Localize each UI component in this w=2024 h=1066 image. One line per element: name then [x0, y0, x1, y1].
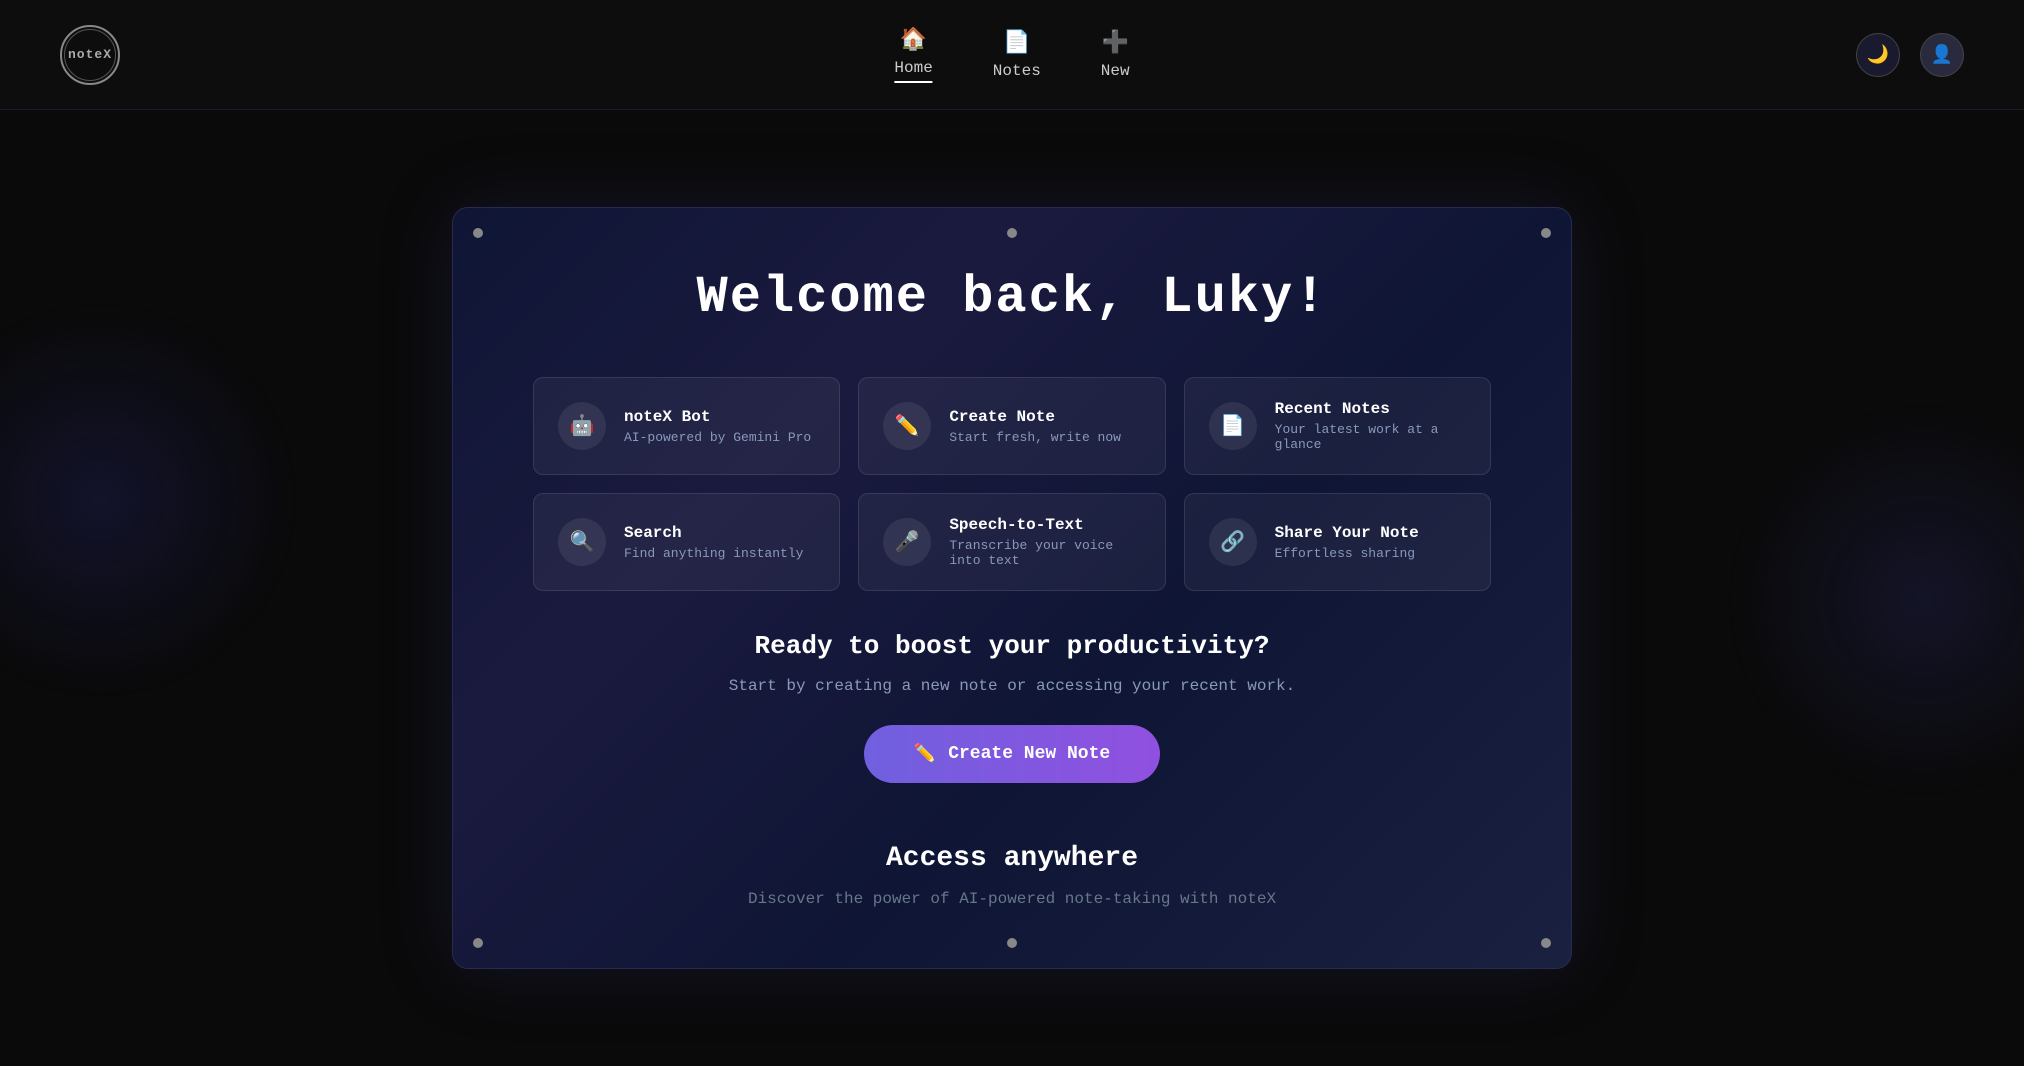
- corner-dot-tm: [1007, 228, 1017, 238]
- notes-icon: 📄: [1003, 30, 1030, 56]
- nav-new[interactable]: ➕ New: [1101, 30, 1130, 80]
- cta-title: Ready to boost your productivity?: [533, 631, 1491, 661]
- feature-recent-notes[interactable]: 📄 Recent Notes Your latest work at a gla…: [1184, 377, 1491, 475]
- feature-create-note[interactable]: ✏️ Create Note Start fresh, write now: [858, 377, 1165, 475]
- main-content: Welcome back, Luky! 🤖 noteX Bot AI-power…: [0, 110, 2024, 1066]
- notex-bot-desc: AI-powered by Gemini Pro: [624, 430, 811, 445]
- feature-notex-bot[interactable]: 🤖 noteX Bot AI-powered by Gemini Pro: [533, 377, 840, 475]
- nav-right: 🌙 👤: [1856, 33, 1964, 77]
- new-icon: ➕: [1102, 30, 1129, 56]
- share-note-desc: Effortless sharing: [1275, 546, 1419, 561]
- feature-search[interactable]: 🔍 Search Find anything instantly: [533, 493, 840, 591]
- pencil-icon: ✏️: [914, 743, 936, 765]
- notex-bot-title: noteX Bot: [624, 408, 811, 426]
- microphone-icon: 🎤: [883, 518, 931, 566]
- search-desc: Find anything instantly: [624, 546, 803, 561]
- recent-notes-text: Recent Notes Your latest work at a glanc…: [1275, 400, 1466, 452]
- speech-to-text-desc: Transcribe your voice into text: [949, 538, 1140, 568]
- nav-notes-label: Notes: [993, 62, 1041, 80]
- speech-to-text-text: Speech-to-Text Transcribe your voice int…: [949, 516, 1140, 568]
- recent-notes-title: Recent Notes: [1275, 400, 1466, 418]
- create-note-icon: ✏️: [883, 402, 931, 450]
- feature-share-note[interactable]: 🔗 Share Your Note Effortless sharing: [1184, 493, 1491, 591]
- search-title: Search: [624, 524, 803, 542]
- user-icon: 👤: [1931, 44, 1953, 65]
- nav-notes[interactable]: 📄 Notes: [993, 30, 1041, 80]
- logo-area: noteX: [60, 25, 120, 85]
- nav-home-label: Home: [894, 59, 932, 77]
- cta-section: Ready to boost your productivity? Start …: [533, 631, 1491, 783]
- search-text: Search Find anything instantly: [624, 524, 803, 561]
- logo: noteX: [60, 25, 120, 85]
- access-subtitle: Discover the power of AI-powered note-ta…: [533, 890, 1491, 908]
- notex-bot-icon: 🤖: [558, 402, 606, 450]
- share-note-text: Share Your Note Effortless sharing: [1275, 524, 1419, 561]
- corner-dot-br: [1541, 938, 1551, 948]
- create-note-title: Create Note: [949, 408, 1121, 426]
- create-note-text: Create Note Start fresh, write now: [949, 408, 1121, 445]
- corner-dot-tl: [473, 228, 483, 238]
- theme-toggle-button[interactable]: 🌙: [1856, 33, 1900, 77]
- access-title: Access anywhere: [533, 843, 1491, 874]
- corner-dot-bm: [1007, 938, 1017, 948]
- cta-subtitle: Start by creating a new note or accessin…: [533, 677, 1491, 695]
- welcome-title: Welcome back, Luky!: [533, 268, 1491, 327]
- search-icon: 🔍: [558, 518, 606, 566]
- nav-home[interactable]: 🏠 Home: [894, 27, 932, 83]
- create-btn-label: Create New Note: [948, 744, 1110, 764]
- access-section: Access anywhere Discover the power of AI…: [533, 843, 1491, 908]
- avatar-button[interactable]: 👤: [1920, 33, 1964, 77]
- share-note-title: Share Your Note: [1275, 524, 1419, 542]
- feature-speech-to-text[interactable]: 🎤 Speech-to-Text Transcribe your voice i…: [858, 493, 1165, 591]
- corner-dot-tr: [1541, 228, 1551, 238]
- nav-new-label: New: [1101, 62, 1130, 80]
- recent-notes-icon: 📄: [1209, 402, 1257, 450]
- nav-center: 🏠 Home 📄 Notes ➕ New: [894, 27, 1129, 83]
- feature-grid: 🤖 noteX Bot AI-powered by Gemini Pro ✏️ …: [533, 377, 1491, 591]
- corner-dot-bl: [473, 938, 483, 948]
- moon-icon: 🌙: [1867, 44, 1889, 65]
- notex-bot-text: noteX Bot AI-powered by Gemini Pro: [624, 408, 811, 445]
- logo-text: noteX: [68, 47, 112, 62]
- home-icon: 🏠: [900, 27, 927, 53]
- create-new-note-button[interactable]: ✏️ Create New Note: [864, 725, 1160, 783]
- share-icon: 🔗: [1209, 518, 1257, 566]
- dashboard-card: Welcome back, Luky! 🤖 noteX Bot AI-power…: [452, 207, 1572, 969]
- recent-notes-desc: Your latest work at a glance: [1275, 422, 1466, 452]
- create-note-desc: Start fresh, write now: [949, 430, 1121, 445]
- navbar: noteX 🏠 Home 📄 Notes ➕ New 🌙 👤: [0, 0, 2024, 110]
- speech-to-text-title: Speech-to-Text: [949, 516, 1140, 534]
